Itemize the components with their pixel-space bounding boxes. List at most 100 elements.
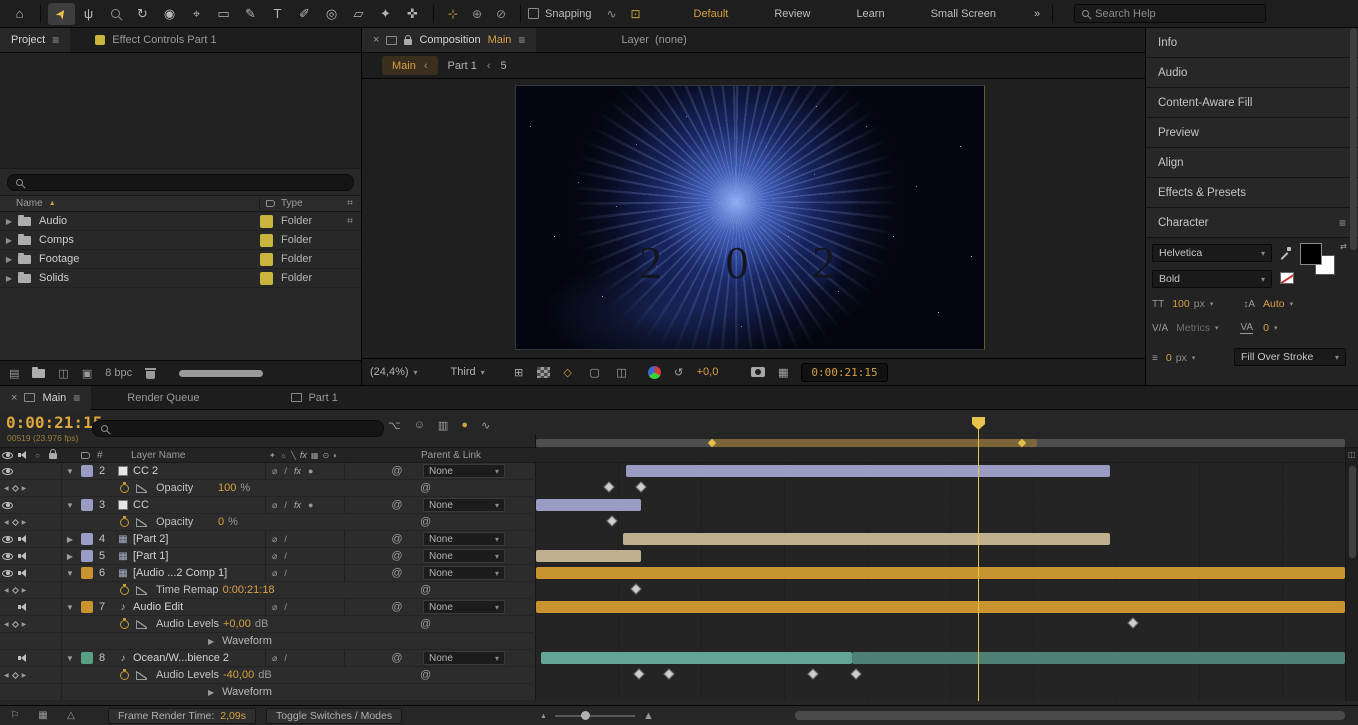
layer-bar[interactable] [536,550,641,562]
layer-bar[interactable] [536,601,1345,613]
adjustment-icon[interactable]: ▣ [82,367,92,380]
layer-name[interactable]: CC 2 [133,465,265,477]
parent-dropdown[interactable]: None▾ [423,549,505,563]
prev-keyframe-icon[interactable]: ◀ [4,672,9,679]
graph-icon[interactable] [136,586,147,595]
property-lane[interactable] [535,667,1345,683]
pickwhip-icon[interactable]: @ [389,550,405,562]
region-of-interest-icon[interactable]: ▢ [586,366,604,379]
pickwhip-icon[interactable]: @ [420,516,431,528]
quality-icon[interactable]: / [284,653,287,663]
pickwhip-icon[interactable]: @ [389,465,405,477]
font-style-select[interactable]: Bold ▾ [1152,270,1272,288]
label-color-chip[interactable] [81,601,93,613]
panel-header-audio[interactable]: Audio [1146,58,1358,88]
tab-layer[interactable]: Layer (none) [621,28,686,52]
pen-tool-icon[interactable]: ✎ [237,3,264,25]
roto-brush-tool-icon[interactable]: ✦ [372,3,399,25]
label-color-chip[interactable] [81,533,93,545]
item-name[interactable]: Footage [39,253,260,265]
column-number[interactable]: # [94,450,111,461]
shy-icon[interactable]: ☺ [414,419,425,432]
stroke-style-select[interactable]: Fill Over Stroke ▾ [1234,348,1346,366]
panel-menu-icon[interactable]: ≡ [1339,216,1346,230]
property-lane[interactable] [535,514,1345,530]
prev-keyframe-icon[interactable]: ◀ [4,485,9,492]
property-name[interactable]: Audio Levels [156,669,219,681]
next-keyframe-icon[interactable]: ▶ [22,587,27,594]
speaker-icon[interactable] [15,654,30,663]
quality-icon[interactable]: / [284,602,287,612]
panel-menu-icon[interactable]: ≡ [73,391,80,405]
speaker-icon[interactable] [15,552,30,561]
pan-behind-tool-icon[interactable]: ⌖ [183,3,210,25]
twirl-icon[interactable]: ▶ [0,217,18,226]
font-size-value[interactable]: 100 [1172,298,1190,310]
selection-tool-icon[interactable]: ➤ [48,3,75,25]
breadcrumb-main-chip[interactable]: Main ‹ [382,56,438,75]
color-depth-label[interactable]: 8 bpc [105,367,132,379]
pickwhip-icon[interactable]: @ [389,499,405,511]
group-name[interactable]: Waveform [222,635,272,647]
twirl-icon[interactable]: ▶ [0,274,18,283]
label-color-chip[interactable] [81,652,93,664]
motion-blur-icon[interactable]: ● [308,500,313,510]
motion-blur-icon[interactable]: ⊙ [322,451,329,460]
timecode-field[interactable]: 0:00:21:15 [801,363,887,382]
close-icon[interactable]: × [11,392,17,404]
twirl-down-icon[interactable]: ▼ [62,603,78,612]
frame-blending-icon[interactable]: ▥ [438,419,448,432]
speaker-icon[interactable] [15,535,30,544]
usage-column-icon[interactable]: ⌗ [339,198,361,209]
layer-lane[interactable] [535,548,1345,564]
property-row[interactable]: ◀▶ Time Remap 0:00:21:18 @ [0,582,1358,599]
property-value[interactable]: +0,00 [223,618,251,630]
layer-lane[interactable] [535,565,1345,581]
pickwhip-icon[interactable]: @ [389,601,405,613]
label-color-chip[interactable] [260,215,273,228]
tab-composition[interactable]: × Composition Main ≡ [362,28,536,52]
property-row[interactable]: ◀▶ Opacity 100 % @ [0,480,1358,497]
eye-icon[interactable] [0,570,15,577]
h-scrollbar-thumb[interactable] [179,370,263,377]
group-row[interactable]: ▶Waveform [0,633,1358,650]
add-keyframe-icon[interactable] [12,484,19,491]
snapping-checkbox[interactable] [528,8,539,19]
parent-dropdown[interactable]: None▾ [423,651,505,665]
keyframe-icon[interactable] [1127,617,1138,628]
motion-blur-icon[interactable]: ● [461,419,468,432]
layer-name[interactable]: Ocean/W...bience 2 [133,652,265,664]
layer-row[interactable]: ▶ 4 ▦ [Part 2] ⌀/ @ None▾ [0,531,1358,548]
snap-edges-icon[interactable]: ∿ [600,7,624,21]
fill-color-swatch[interactable] [1300,243,1322,265]
audio-column-icon[interactable] [15,451,30,460]
timeline-search-input[interactable] [114,423,375,435]
layer-bar[interactable] [536,499,641,511]
workspace-review[interactable]: Review [774,8,810,20]
shy-icon[interactable]: ⌀ [272,568,277,579]
zoom-slider-track[interactable] [555,715,635,717]
shy-icon[interactable]: ⌀ [272,602,277,613]
column-layer-name[interactable]: Layer Name [131,450,263,461]
property-value[interactable]: 0:00:21:18 [223,584,275,596]
add-keyframe-icon[interactable] [12,518,19,525]
layer-lane[interactable] [535,463,1345,479]
property-value[interactable]: -40,00 [223,669,254,681]
layer-bar[interactable] [623,533,1110,545]
project-row-comps[interactable]: ▶ Comps Folder [0,231,361,250]
layer-row[interactable]: ▼ 6 ▦ [Audio ...2 Comp 1] ⌀/ @ None▾ [0,565,1358,582]
project-row-solids[interactable]: ▶ Solids Folder [0,269,361,288]
reset-exposure-icon[interactable]: ↺ [670,366,688,379]
project-row-footage[interactable]: ▶ Footage Folder [0,250,361,269]
prev-keyframe-icon[interactable]: ◀ [4,621,9,628]
add-keyframe-icon[interactable] [12,671,19,678]
panel-header-character[interactable]: Character ≡ [1146,208,1358,238]
adjustment-icon[interactable]: ◐ [333,451,338,460]
swap-fill-stroke-icon[interactable]: ⇄ [1340,242,1347,251]
next-keyframe-icon[interactable]: ▶ [22,485,27,492]
graph-icon[interactable] [136,484,147,493]
layer-lane[interactable] [535,531,1345,547]
local-axis-mode-icon[interactable]: ⊹ [441,7,465,21]
solo-column-icon[interactable]: ○ [30,451,45,460]
next-keyframe-icon[interactable]: ▶ [22,621,27,628]
